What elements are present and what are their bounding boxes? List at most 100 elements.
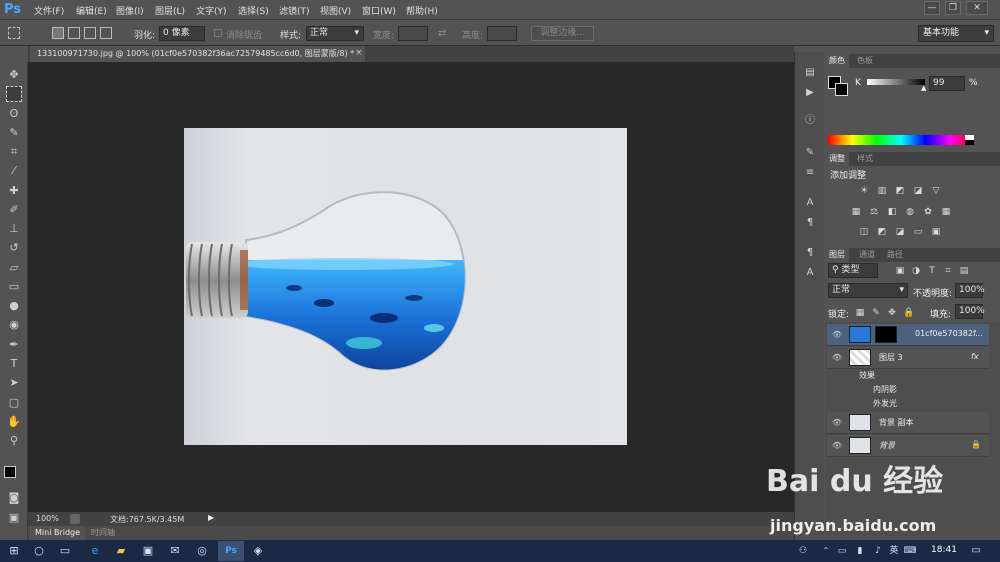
edge-icon[interactable]: e — [87, 543, 103, 559]
path-select-tool-icon[interactable]: ➤ — [6, 375, 22, 391]
color-spectrum[interactable] — [828, 135, 974, 145]
zoom-tool-icon[interactable]: ⚲ — [6, 433, 22, 449]
document-canvas[interactable] — [184, 128, 627, 445]
filter-adjust-icon[interactable]: ◑ — [911, 266, 921, 276]
tab-channels[interactable]: 通道 — [855, 248, 879, 262]
marquee-tool-icon[interactable] — [6, 86, 22, 102]
shape-tool-icon[interactable]: ▢ — [6, 395, 22, 411]
brush-presets-icon[interactable]: ≡ — [803, 166, 817, 180]
layer-filter-select[interactable]: ⚲ 类型 — [828, 263, 878, 278]
visibility-eye-icon[interactable]: 👁 — [831, 353, 843, 363]
tab-layers[interactable]: 图层 — [825, 248, 849, 262]
volume-icon[interactable]: ♪ — [870, 543, 886, 559]
menu-edit[interactable]: 编辑(E) — [76, 4, 107, 17]
app2-icon[interactable]: ◈ — [250, 543, 266, 559]
brightness-adjust-icon[interactable]: ☀ — [859, 186, 869, 196]
gradient-tool-icon[interactable]: ▭ — [6, 279, 22, 295]
menu-help[interactable]: 帮助(H) — [406, 4, 438, 17]
lock-position-icon[interactable]: ✥ — [887, 308, 897, 318]
photoshop-taskbar-icon[interactable]: Ps — [218, 541, 244, 561]
tab-mini-bridge[interactable]: Mini Bridge — [30, 526, 86, 540]
photo-filter-adjust-icon[interactable]: ◍ — [905, 207, 915, 217]
height-input[interactable] — [487, 26, 517, 41]
minimize-button[interactable]: — — [924, 1, 940, 15]
filter-pixel-icon[interactable]: ▣ — [895, 266, 905, 276]
levels-adjust-icon[interactable]: ▥ — [877, 186, 887, 196]
history-brush-tool-icon[interactable]: ↺ — [6, 240, 22, 256]
store-icon[interactable]: ▣ — [140, 543, 156, 559]
ime-mode-label[interactable]: 英 — [886, 543, 902, 559]
lock-all-icon[interactable]: 🔒 — [903, 308, 914, 318]
new-selection-icon[interactable] — [52, 27, 64, 39]
visibility-eye-icon[interactable]: 👁 — [831, 330, 843, 340]
info-panel-icon[interactable]: ⓘ — [803, 114, 817, 128]
close-button[interactable]: ✕ — [966, 1, 988, 15]
threshold-adjust-icon[interactable]: ◪ — [895, 227, 905, 237]
effect-outer-glow[interactable]: 外发光 — [873, 398, 897, 409]
app-icon[interactable]: ◎ — [194, 543, 210, 559]
screen-mode-icon[interactable]: ▣ — [6, 510, 22, 526]
notification-icon[interactable]: ▭ — [968, 543, 984, 559]
swap-icon[interactable]: ⇄ — [438, 28, 446, 39]
tab-adjustments[interactable]: 调整 — [825, 152, 849, 166]
tab-styles[interactable]: 样式 — [853, 152, 877, 166]
vibrance-adjust-icon[interactable]: ▽ — [931, 186, 941, 196]
foreground-color-swatch[interactable] — [4, 466, 16, 478]
k-value-input[interactable]: 99 — [929, 76, 965, 91]
layer-row[interactable]: 👁 背景 副本 — [827, 412, 989, 434]
windows-start-icon[interactable]: ⊞ — [6, 543, 22, 559]
posterize-adjust-icon[interactable]: ◩ — [877, 227, 887, 237]
lasso-tool-icon[interactable]: ʘ — [6, 106, 22, 122]
color-bg-swatch[interactable] — [835, 83, 848, 96]
layer-row[interactable]: 👁 背景 🔒 — [827, 435, 989, 457]
battery-icon[interactable]: ▮ — [852, 543, 868, 559]
file-explorer-icon[interactable]: ▰ — [113, 543, 129, 559]
task-view-icon[interactable]: ▭ — [57, 543, 73, 559]
layer-row[interactable]: 👁 图层 3 fx — [827, 347, 989, 369]
history-panel-icon[interactable]: ▤ — [803, 66, 817, 80]
filter-shape-icon[interactable]: ⌗ — [943, 266, 953, 276]
menu-image[interactable]: 图像(I) — [116, 4, 144, 17]
zoom-level[interactable]: 100% — [36, 514, 59, 523]
workspace-select[interactable]: 基本功能 ▾ — [918, 25, 994, 42]
move-tool-icon[interactable]: ✥ — [6, 67, 22, 83]
clone-stamp-tool-icon[interactable]: ⊥ — [6, 221, 22, 237]
keyboard-icon[interactable]: ⌨ — [902, 543, 918, 559]
style-select[interactable]: 正常 ▾ — [306, 26, 364, 41]
tab-swatches[interactable]: 色板 — [853, 54, 877, 68]
eyedropper-tool-icon[interactable]: ⁄ — [6, 163, 22, 179]
exposure-adjust-icon[interactable]: ◪ — [913, 186, 923, 196]
quick-mask-icon[interactable]: ◙ — [6, 490, 22, 506]
healing-brush-tool-icon[interactable]: ✚ — [6, 183, 22, 199]
black-white-adjust-icon[interactable]: ◧ — [887, 207, 897, 217]
tab-color[interactable]: 颜色 — [825, 54, 849, 68]
status-menu-arrow-icon[interactable]: ▶ — [208, 513, 214, 522]
marquee-tool-preset-icon[interactable] — [8, 27, 20, 39]
lock-image-icon[interactable]: ✎ — [871, 308, 881, 318]
tab-timeline[interactable]: 时间轴 — [86, 526, 120, 540]
document-tab-close-icon[interactable]: × — [355, 48, 363, 58]
channel-mixer-adjust-icon[interactable]: ✿ — [923, 207, 933, 217]
selective-color-adjust-icon[interactable]: ▣ — [931, 227, 941, 237]
color-balance-adjust-icon[interactable]: ⚖ — [869, 207, 879, 217]
menu-file[interactable]: 文件(F) — [34, 4, 64, 17]
blend-mode-select[interactable]: 正常 ▾ — [828, 283, 908, 298]
filter-smart-icon[interactable]: ▤ — [959, 266, 969, 276]
antialias-checkbox[interactable] — [214, 29, 222, 37]
spectrum-black-swatch[interactable] — [965, 140, 974, 145]
quick-select-tool-icon[interactable]: ✎ — [6, 125, 22, 141]
menu-filter[interactable]: 滤镜(T) — [279, 4, 310, 17]
people-icon[interactable]: ⚇ — [795, 543, 811, 559]
document-tab[interactable]: 133100971730.jpg @ 100% (01cf0e570382f36… — [30, 46, 365, 62]
eraser-tool-icon[interactable]: ▱ — [6, 260, 22, 276]
layer-mask-thumbnail[interactable] — [875, 326, 897, 343]
taskbar-clock[interactable]: 18:41 — [931, 545, 957, 555]
dodge-tool-icon[interactable]: ◉ — [6, 317, 22, 333]
tab-paths[interactable]: 路径 — [883, 248, 907, 262]
hand-tool-icon[interactable]: ✋ — [6, 414, 22, 430]
character-styles-icon[interactable]: ¶ — [803, 246, 817, 260]
tray-expand-icon[interactable]: ⌃ — [818, 543, 834, 559]
feather-input[interactable]: 0 像素 — [159, 26, 205, 41]
refine-edge-button[interactable]: 调整边缘... — [531, 26, 594, 41]
brush-panel-icon[interactable]: ✎ — [803, 146, 817, 160]
